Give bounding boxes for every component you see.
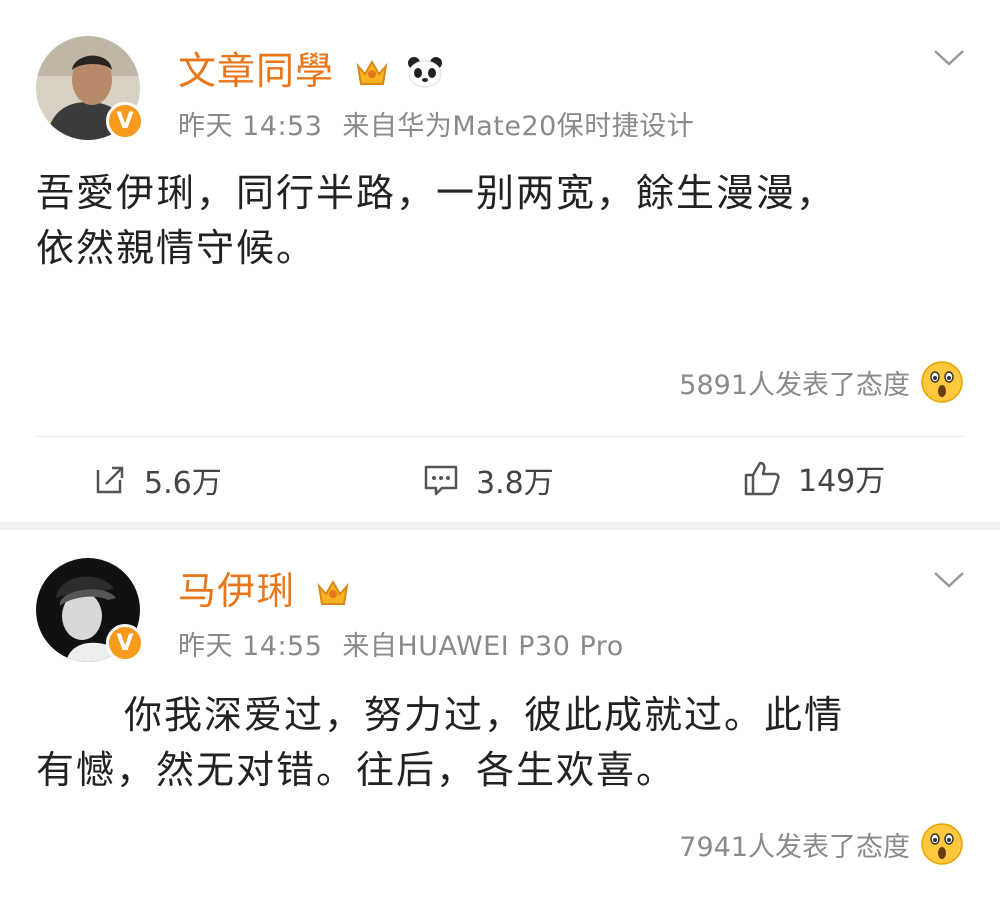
content-line: 有憾，然无对错。往后，各生欢喜。: [36, 748, 677, 792]
post-content: 你我深爱过，努力过，彼此成就过。此情 有憾，然无对错。往后，各生欢喜。: [36, 688, 844, 798]
username[interactable]: 马伊琍: [178, 569, 295, 613]
verified-badge: V: [106, 624, 144, 662]
content-line: 依然親情守候。: [36, 226, 317, 270]
post-content: 吾愛伊琍，同行半路，一别两宽，餘生漫漫， 依然親情守候。: [36, 166, 836, 276]
crown-icon: [355, 53, 389, 97]
surprised-emoji-icon: [920, 360, 964, 404]
reactions-count: 5891人发表了态度: [679, 369, 910, 401]
post-source[interactable]: 来自HUAWEI P30 Pro: [342, 631, 623, 662]
username-row: 马伊琍: [178, 560, 350, 617]
comment-count: 3.8万: [476, 466, 554, 501]
content-line: 吾愛伊琍，同行半路，一别两宽，餘生漫漫，: [36, 171, 837, 215]
repost-button[interactable]: 5.6万: [92, 458, 222, 502]
reactions-summary[interactable]: 7941人发表了态度: [679, 822, 964, 866]
repost-count: 5.6万: [144, 466, 222, 501]
post-meta: 昨天 14:53 来自华为Mate20保时捷设计: [178, 104, 694, 143]
post-meta: 昨天 14:55 来自HUAWEI P30 Pro: [178, 624, 624, 663]
like-button[interactable]: 149万: [742, 456, 885, 500]
chevron-down-icon[interactable]: [932, 48, 966, 68]
post-source[interactable]: 来自华为Mate20保时捷设计: [342, 111, 694, 142]
panda-icon: [406, 53, 444, 97]
surprised-emoji-icon: [920, 822, 964, 866]
like-count: 149万: [798, 464, 886, 499]
like-icon: [744, 461, 780, 496]
weibo-post-2: V 马伊琍 昨天 14:55 来自HUAWEI P30 Pro 你我深爱过，努力过…: [0, 530, 1000, 902]
comment-button[interactable]: 3.8万: [422, 458, 554, 502]
reactions-count: 7941人发表了态度: [679, 831, 910, 863]
weibo-post-1: V 文章同學 昨天 14:53 来自华为Mate20保时捷设计 吾愛伊琍，同行半…: [0, 0, 1000, 522]
repost-icon: [96, 466, 124, 494]
post-time: 昨天 14:53: [178, 111, 323, 142]
chevron-down-icon[interactable]: [932, 570, 966, 590]
post-time: 昨天 14:55: [178, 631, 323, 662]
divider: [36, 436, 964, 437]
verified-badge: V: [106, 102, 144, 140]
username[interactable]: 文章同學: [178, 49, 334, 93]
username-row: 文章同學: [178, 40, 444, 97]
comment-icon: [424, 465, 458, 496]
avatar[interactable]: V: [36, 558, 144, 662]
content-line: 你我深爱过，努力过，彼此成就过。此情: [124, 693, 845, 737]
reactions-summary[interactable]: 5891人发表了态度: [679, 360, 964, 404]
crown-icon: [316, 573, 350, 617]
avatar[interactable]: V: [36, 36, 144, 140]
